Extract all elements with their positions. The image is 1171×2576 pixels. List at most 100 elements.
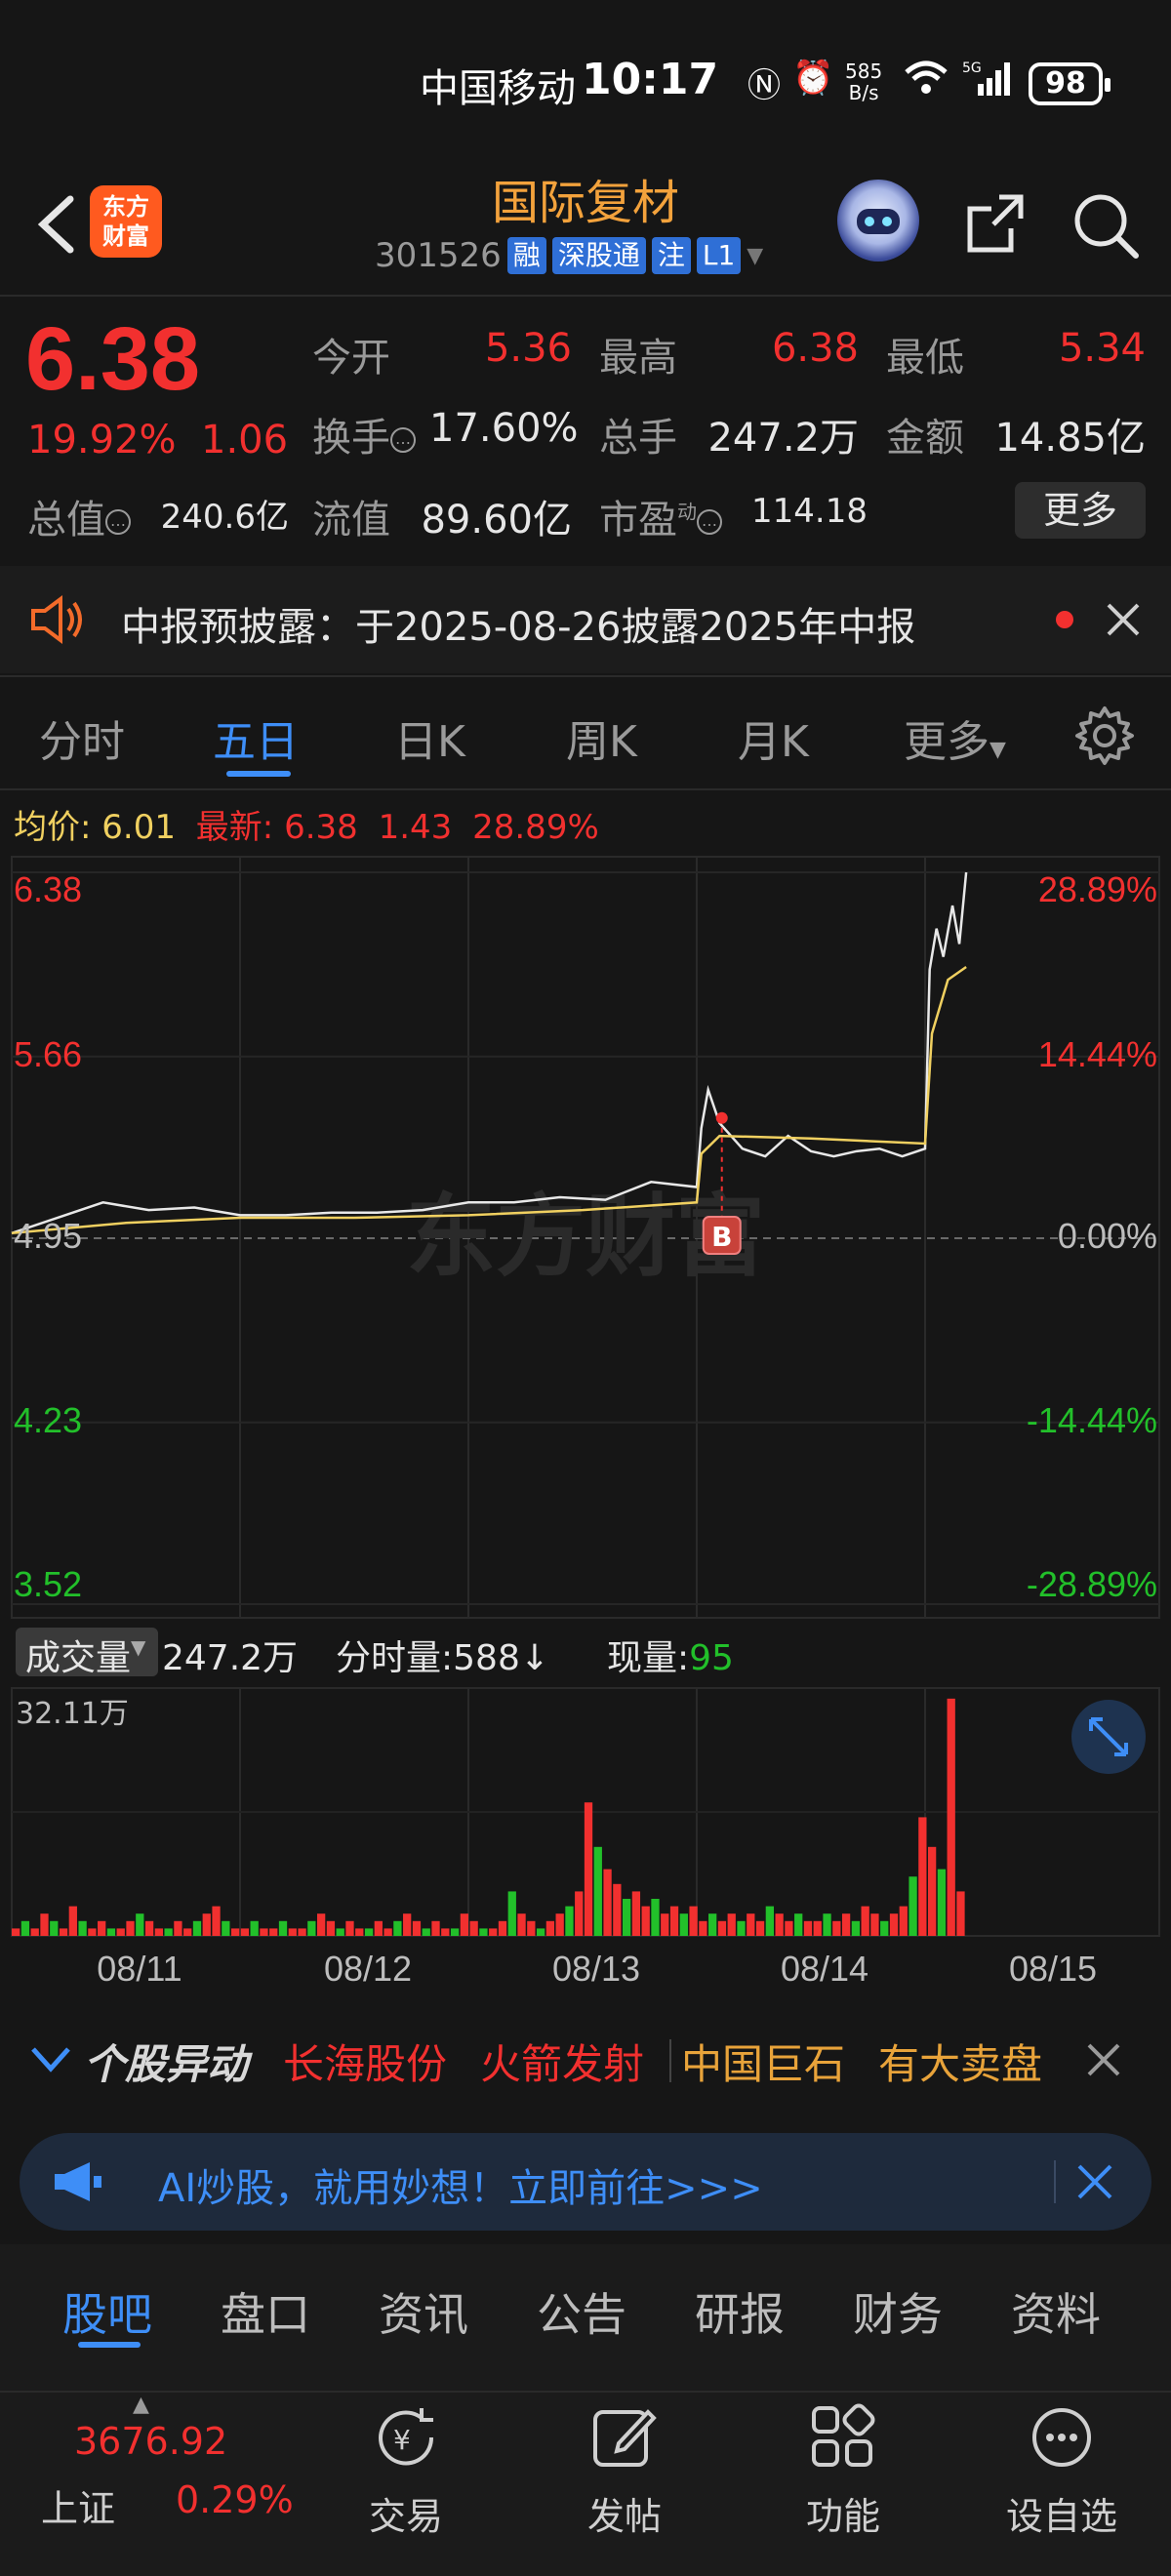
volume-bar: [422, 1928, 430, 1936]
tag-margin: 融: [506, 237, 546, 274]
volume-value: 247.2万: [707, 416, 859, 461]
ticker-item[interactable]: 火箭发射: [480, 2032, 644, 2091]
tab-profile[interactable]: 资料: [1011, 2279, 1101, 2344]
volume-bar: [937, 1869, 947, 1936]
nav-add-watchlist[interactable]: 设自选: [984, 2486, 1140, 2540]
chevron-down-icon[interactable]: [29, 2045, 72, 2074]
nav-functions[interactable]: 功能: [765, 2486, 921, 2540]
volume-bar: [222, 1920, 230, 1936]
ticker-item[interactable]: 中国巨石: [681, 2032, 845, 2091]
minute-volume: 分时量:588↓: [336, 1638, 550, 1678]
avg-label: 均价:: [14, 808, 92, 847]
functions-grid-icon[interactable]: [804, 2398, 882, 2476]
high-value: 6.38: [771, 326, 859, 371]
volume-bar: [689, 1906, 698, 1936]
assistant-robot-icon[interactable]: [837, 180, 919, 262]
volume-bar: [918, 1817, 927, 1936]
volume-bar: [450, 1928, 460, 1936]
volume-bar: [68, 1906, 77, 1936]
volume-bar: [651, 1899, 660, 1936]
tab-five-day[interactable]: 五日: [213, 706, 299, 769]
volume-bar: [909, 1876, 917, 1936]
banner-separator: [1054, 2160, 1056, 2203]
more-quote-button[interactable]: 更多: [1015, 482, 1146, 539]
dropdown-arrow-icon: ▼: [989, 738, 1006, 762]
close-icon[interactable]: [1085, 2041, 1122, 2078]
y-tick-left: 5.66: [14, 1034, 82, 1074]
info-sub-tabs: 股吧 盘口 资讯 公告 研报 财务 资料: [0, 2244, 1171, 2391]
volume-bar: [947, 1698, 955, 1936]
volume-bar: [813, 1920, 822, 1936]
volume-bar: [355, 1928, 364, 1936]
index-value[interactable]: 3676.92: [74, 2420, 227, 2463]
tab-financials[interactable]: 财务: [853, 2279, 943, 2344]
volume-bar: [517, 1913, 526, 1936]
active-tab-indicator: [226, 771, 291, 777]
volume-bar: [803, 1920, 813, 1936]
turnover-value: 17.60%: [429, 406, 579, 451]
volume-bar: [174, 1920, 182, 1936]
current-volume: 现量:95: [607, 1638, 734, 1678]
close-icon[interactable]: [1105, 601, 1142, 638]
clock: 10:17: [582, 55, 719, 104]
mktcap-label: 总值…: [27, 488, 131, 544]
tab-monthly-k[interactable]: 月K: [738, 706, 809, 769]
volume-bar: [20, 1920, 30, 1936]
more-dots-icon[interactable]: [1023, 2398, 1101, 2476]
settings-gear-icon[interactable]: [1073, 704, 1136, 767]
volume-bar: [260, 1928, 268, 1936]
signal-icon: 5G: [962, 59, 1011, 106]
volume-bar: [555, 1913, 564, 1936]
stock-code-row[interactable]: 301526 融 深股通 注 L1 ▼: [375, 236, 763, 275]
low-label: 最低: [886, 336, 964, 381]
price-chart[interactable]: 东方财富B6.385.664.954.233.5228.89%14.44%0.0…: [0, 849, 1171, 1620]
volume-bar: [336, 1928, 344, 1936]
volume-bar: [527, 1920, 536, 1936]
volume-bar: [40, 1913, 49, 1936]
amount-label: 金额: [886, 416, 964, 461]
volume-bar: [851, 1920, 861, 1936]
info-icon[interactable]: …: [390, 427, 416, 453]
tab-forum[interactable]: 股吧: [62, 2279, 152, 2344]
nav-trade[interactable]: 交易: [328, 2486, 484, 2540]
nav-post[interactable]: 发帖: [546, 2486, 703, 2540]
tab-daily-k[interactable]: 日K: [394, 706, 465, 769]
volume-bar: [298, 1928, 306, 1936]
volume-bar: [307, 1920, 316, 1936]
ticker-title: 个股异动: [84, 2040, 249, 2088]
y-tick-right: 28.89%: [1038, 869, 1157, 909]
volume-bar: [507, 1891, 516, 1936]
tab-intraday[interactable]: 分时: [39, 706, 125, 769]
svg-text:5G: 5G: [962, 60, 982, 76]
info-icon[interactable]: …: [697, 509, 722, 535]
trade-yen-icon[interactable]: ¥: [367, 2398, 445, 2476]
compose-post-icon[interactable]: [586, 2398, 664, 2476]
tab-orderbook[interactable]: 盘口: [221, 2279, 310, 2344]
ticker-item[interactable]: 长海股份: [283, 2032, 447, 2091]
x-tick-label: 08/11: [97, 1949, 182, 1989]
search-icon[interactable]: [1068, 185, 1146, 263]
index-name[interactable]: 上证: [41, 2478, 115, 2532]
volume-bar: [622, 1899, 631, 1936]
stock-alert-ticker[interactable]: 个股异动 长海股份 火箭发射 中国巨石 有大卖盘: [0, 2010, 1171, 2108]
index-pct[interactable]: 0.29%: [176, 2478, 294, 2521]
ai-promo-banner[interactable]: AI炒股，就用妙想！立即前往>>>: [20, 2133, 1151, 2231]
volume-bar: [631, 1891, 641, 1936]
tab-more[interactable]: 更多▼: [904, 706, 1006, 769]
tab-news[interactable]: 资讯: [379, 2279, 468, 2344]
open-value: 5.36: [484, 326, 572, 371]
ticker-item[interactable]: 有大卖盘: [878, 2032, 1042, 2091]
report-notice-bar[interactable]: 中报预披露：于2025-08-26披露2025年中报: [0, 566, 1171, 673]
svg-text:¥: ¥: [393, 2424, 411, 2456]
y-tick-right: 14.44%: [1038, 1034, 1157, 1074]
volume-bar: [384, 1928, 392, 1936]
volume-chart[interactable]: 32.11万 08/11 08/12 08/13 08/14 08/15: [0, 1682, 1171, 1994]
share-icon[interactable]: [956, 185, 1034, 263]
tab-weekly-k[interactable]: 周K: [566, 706, 637, 769]
volume-bar: [374, 1920, 383, 1936]
info-icon[interactable]: …: [105, 509, 131, 535]
tab-announcements[interactable]: 公告: [537, 2279, 626, 2344]
tab-research[interactable]: 研报: [695, 2279, 785, 2344]
volume-bar: [183, 1928, 192, 1936]
close-icon[interactable]: [1075, 2162, 1114, 2201]
